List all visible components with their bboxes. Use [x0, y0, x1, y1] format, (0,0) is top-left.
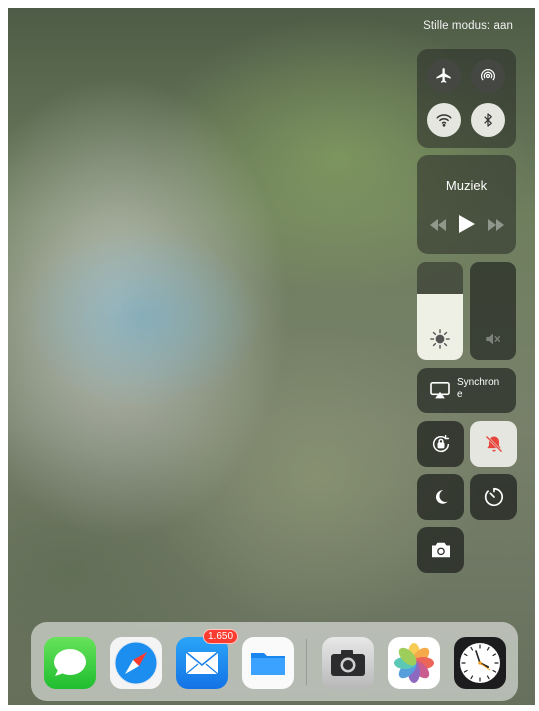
speaker-muted-icon [486, 333, 501, 345]
dock-divider [306, 639, 307, 685]
messages-app-icon[interactable] [44, 637, 96, 689]
mail-app-icon[interactable]: 1.650 [176, 629, 239, 689]
fast-forward-icon[interactable] [487, 219, 505, 231]
music-title: Muziek [445, 178, 488, 193]
airdrop-icon [481, 69, 495, 81]
sun-icon [430, 329, 450, 349]
ipad-screen: Stille modus: aan Muziek Synchron e 1.65… [8, 8, 535, 705]
safari-app-icon[interactable] [110, 637, 162, 689]
wifi-toggle[interactable] [427, 103, 461, 137]
photos-app-icon[interactable] [388, 637, 440, 689]
airplane-mode-toggle[interactable] [427, 59, 461, 93]
wifi-icon [436, 114, 452, 127]
silent-mode-status: Stille modus: aan [423, 20, 513, 32]
bluetooth-toggle[interactable] [471, 103, 505, 137]
music-module[interactable]: Muziek [417, 155, 516, 254]
messages-icon [54, 649, 86, 676]
timer-icon [484, 487, 503, 507]
rewind-icon[interactable] [429, 219, 447, 231]
safari-icon [114, 641, 158, 685]
volume-slider[interactable] [470, 262, 516, 360]
connectivity-module[interactable] [417, 49, 516, 148]
dock: 1.650 [31, 622, 518, 701]
camera-button[interactable] [417, 527, 464, 573]
airdrop-toggle[interactable] [471, 59, 505, 93]
camera-app-icon-glyph [331, 650, 365, 676]
camera-icon [431, 542, 450, 558]
mail-icon [185, 651, 219, 675]
mail-unread-badge: 1.650 [203, 629, 239, 644]
rotation-lock-icon [432, 435, 449, 453]
airplay-icon [430, 382, 450, 399]
clock-icon [460, 643, 500, 683]
photos-icon [394, 643, 434, 683]
moon-icon [435, 490, 448, 504]
clock-app-icon[interactable] [454, 637, 506, 689]
play-icon[interactable] [459, 215, 475, 233]
airplane-icon [436, 68, 451, 83]
screen-mirroring-label: Synchron e [457, 377, 500, 400]
files-icon [251, 653, 285, 675]
do-not-disturb-toggle[interactable] [417, 474, 464, 520]
bell-muted-icon [485, 435, 502, 453]
rotation-lock-toggle[interactable] [417, 421, 464, 467]
brightness-slider[interactable] [417, 262, 463, 360]
camera-app-icon[interactable] [322, 637, 374, 689]
files-app-icon[interactable] [242, 637, 294, 689]
silent-mode-toggle[interactable] [470, 421, 517, 467]
screen-mirroring-button[interactable]: Synchron e [417, 368, 516, 413]
bluetooth-icon [484, 113, 492, 127]
timer-button[interactable] [470, 474, 517, 520]
